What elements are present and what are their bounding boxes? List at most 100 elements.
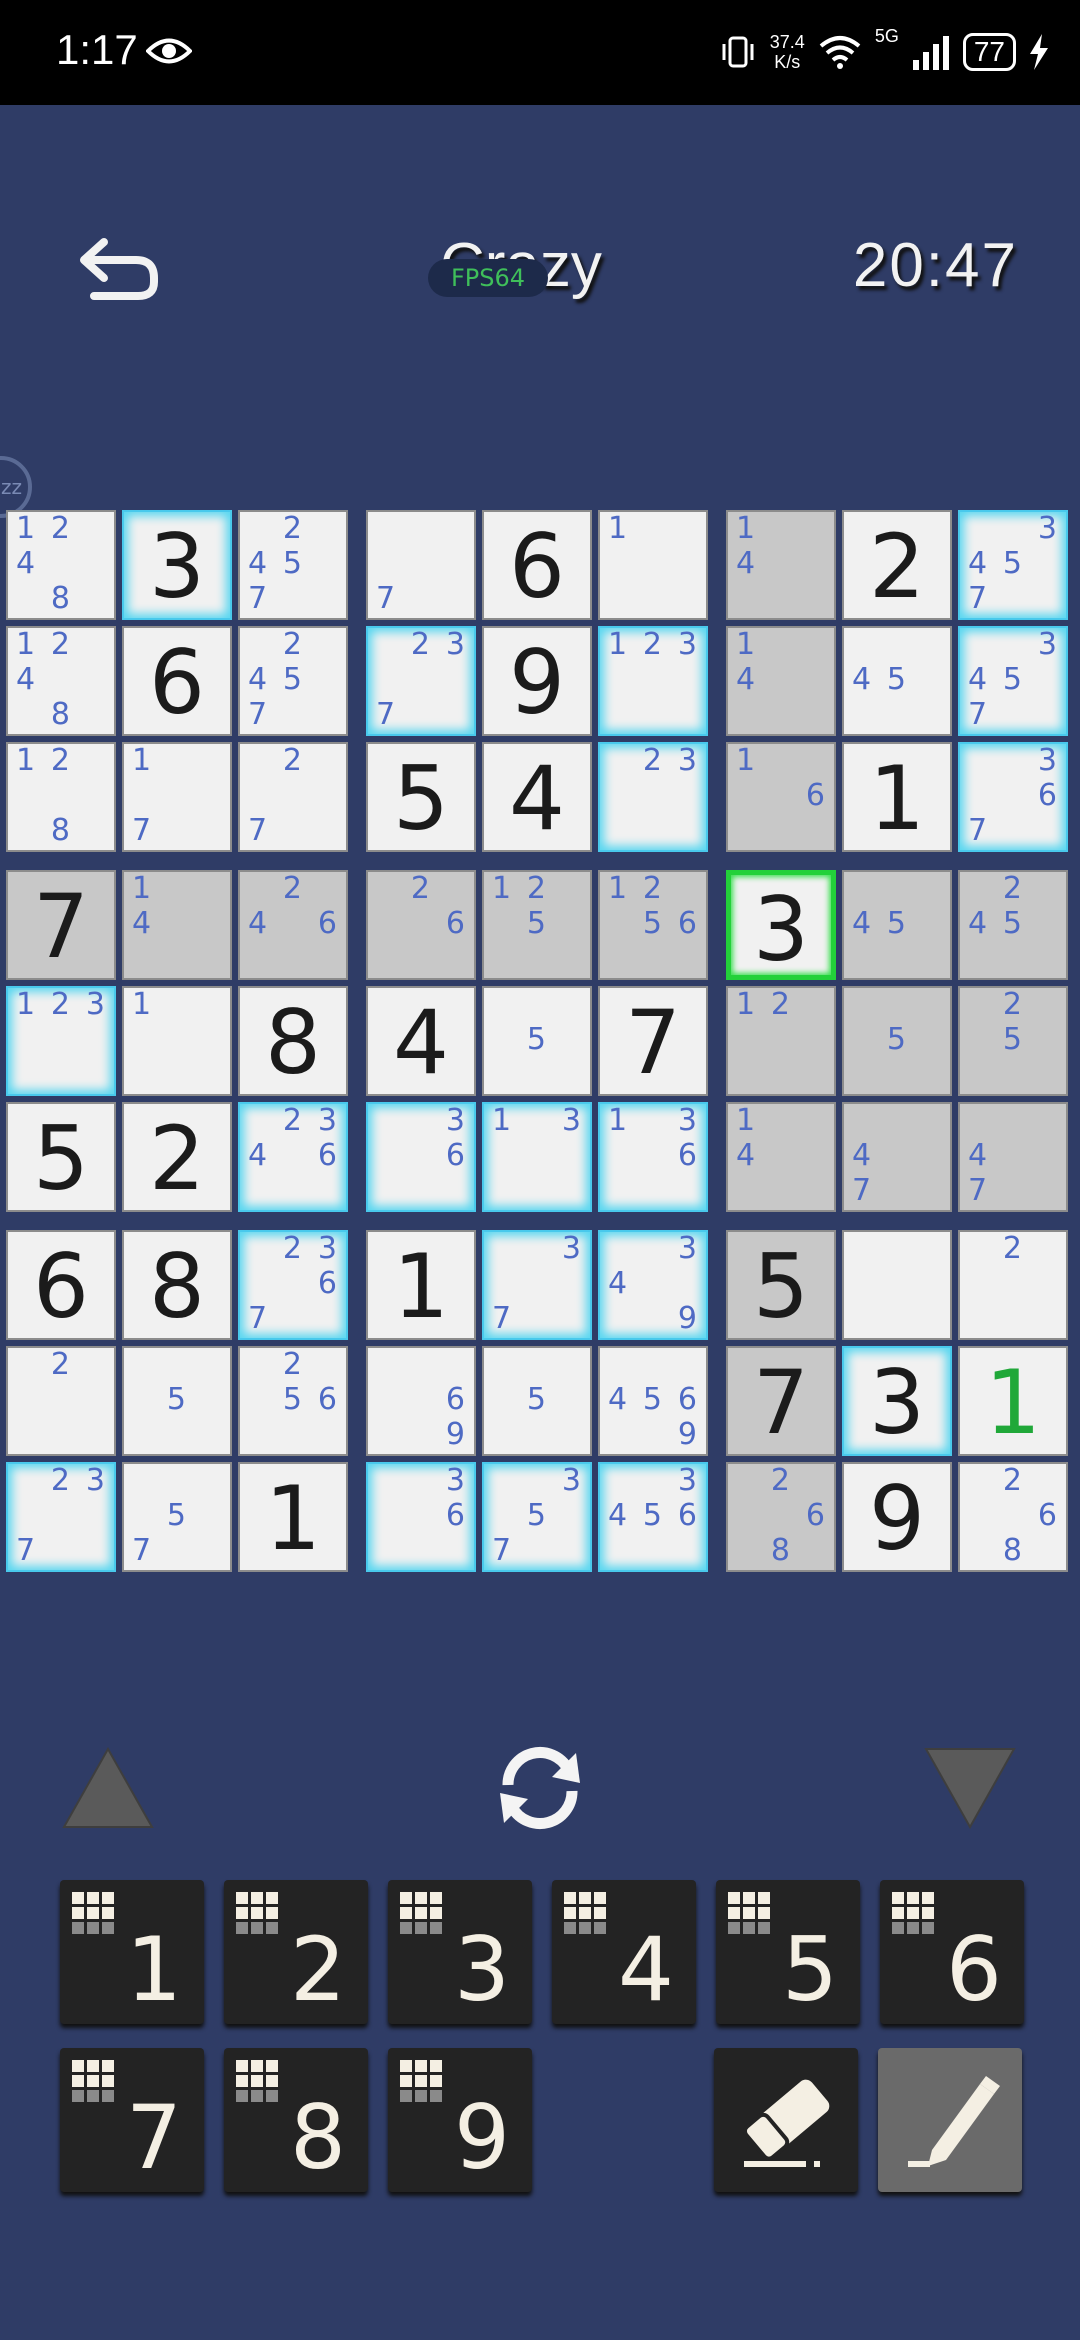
board-cell[interactable]: 14 xyxy=(726,626,836,736)
board-cell[interactable]: 8 xyxy=(122,1230,232,1340)
board-cell[interactable]: 3 xyxy=(842,1346,952,1456)
board-cell[interactable]: 3 457 xyxy=(958,626,1068,736)
board-cell[interactable]: 1248 xyxy=(6,626,116,736)
board-cell[interactable]: 4569 xyxy=(598,1346,708,1456)
board-cell[interactable]: 47 xyxy=(842,1102,952,1212)
board-cell[interactable]: 23 7 xyxy=(6,1462,116,1572)
board-cell[interactable]: 2 xyxy=(122,1102,232,1212)
board-cell[interactable]: 5 xyxy=(482,986,592,1096)
board-cell[interactable]: 3 457 xyxy=(958,510,1068,620)
board-cell[interactable]: 23 xyxy=(598,742,708,852)
board-cell[interactable]: 3 xyxy=(122,510,232,620)
number-key-9[interactable]: 9 xyxy=(388,2048,532,2192)
board-cell[interactable]: 3 456 xyxy=(598,1462,708,1572)
number-key-8[interactable]: 8 xyxy=(224,2048,368,2192)
board-cell[interactable]: 1 xyxy=(238,1462,348,1572)
board-cell[interactable]: 5 xyxy=(482,1346,592,1456)
board-cell[interactable]: 12 xyxy=(726,986,836,1096)
board-cell[interactable]: 27 xyxy=(238,742,348,852)
floating-assist-bubble[interactable]: zz xyxy=(0,456,32,518)
board-cell[interactable]: 6 xyxy=(482,510,592,620)
board-cell[interactable]: 7 xyxy=(6,870,116,980)
board-cell[interactable]: 23 4 6 xyxy=(238,1102,348,1212)
board-cell[interactable]: 45 xyxy=(842,626,952,736)
board-cell[interactable]: 357 xyxy=(482,1462,592,1572)
board-cell[interactable]: 2 xyxy=(842,510,952,620)
eraser-button[interactable] xyxy=(714,2048,858,2192)
board-cell[interactable]: 69 xyxy=(366,1346,476,1456)
board-cell[interactable]: 47 xyxy=(958,1102,1068,1212)
board-cell[interactable]: 3 xyxy=(726,870,836,981)
board-cell[interactable]: 37 xyxy=(482,1230,592,1340)
triangle-up-icon[interactable] xyxy=(60,1745,156,1831)
refresh-icon[interactable] xyxy=(488,1739,592,1837)
board-cell[interactable]: 1256 xyxy=(598,870,708,980)
triangle-down-icon[interactable] xyxy=(920,1745,1020,1831)
board-cell[interactable]: 13 xyxy=(482,1102,592,1212)
number-key-5[interactable]: 5 xyxy=(716,1880,860,2024)
board-cell[interactable]: 1 xyxy=(598,510,708,620)
board-cell[interactable]: 25 xyxy=(958,986,1068,1096)
number-key-7[interactable]: 7 xyxy=(60,2048,204,2192)
board-cell[interactable]: 1 xyxy=(842,742,952,852)
board-cell[interactable]: 4 xyxy=(366,986,476,1096)
board-cell[interactable]: 2457 xyxy=(238,510,348,620)
cell-candidate: 4 xyxy=(247,905,268,941)
board-cell[interactable]: 45 xyxy=(842,870,952,980)
board-cell[interactable]: 5 xyxy=(122,1346,232,1456)
board-cell[interactable]: 17 xyxy=(122,742,232,852)
board-cell[interactable]: 245 xyxy=(958,870,1068,980)
board-cell[interactable]: 5 xyxy=(842,986,952,1096)
board-cell[interactable]: 9 xyxy=(842,1462,952,1572)
board-cell[interactable]: 24 6 xyxy=(238,870,348,980)
undo-icon[interactable] xyxy=(76,230,162,306)
cell-candidate: 1 xyxy=(131,871,152,906)
board-cell[interactable]: 1248 xyxy=(6,510,116,620)
number-key-1[interactable]: 1 xyxy=(60,1880,204,2024)
board-cell[interactable]: 7 xyxy=(598,986,708,1096)
board-cell[interactable]: 14 xyxy=(726,510,836,620)
board-cell[interactable]: 6 xyxy=(122,626,232,736)
cell-candidate: 5 xyxy=(886,1021,906,1057)
board-cell[interactable]: 57 xyxy=(122,1462,232,1572)
board-cell[interactable]: 2457 xyxy=(238,626,348,736)
board-cell[interactable]: 9 xyxy=(482,626,592,736)
number-key-6[interactable]: 6 xyxy=(880,1880,1024,2024)
board-cell[interactable]: 36 xyxy=(366,1102,476,1212)
board-cell[interactable]: 16 xyxy=(726,742,836,852)
board-cell[interactable]: 8 xyxy=(238,986,348,1096)
board-cell[interactable]: 268 xyxy=(958,1462,1068,1572)
board-cell[interactable]: 6 xyxy=(6,1230,116,1340)
board-cell[interactable]: 2 xyxy=(958,1230,1068,1340)
board-cell[interactable]: 1 xyxy=(958,1346,1068,1456)
board-cell[interactable]: 7 xyxy=(366,510,476,620)
board-cell[interactable]: 256 xyxy=(238,1346,348,1456)
number-key-4[interactable]: 4 xyxy=(552,1880,696,2024)
board-cell[interactable]: 268 xyxy=(726,1462,836,1572)
board-cell[interactable]: 5 xyxy=(6,1102,116,1212)
board-cell[interactable]: 123 xyxy=(6,986,116,1096)
board-cell[interactable]: 3 4 9 xyxy=(598,1230,708,1340)
number-key-2[interactable]: 2 xyxy=(224,1880,368,2024)
board-cell[interactable]: 23 7 xyxy=(366,626,476,736)
board-cell[interactable]: 125 xyxy=(482,870,592,980)
pencil-button[interactable] xyxy=(878,2048,1022,2192)
board-cell[interactable]: 14 xyxy=(122,870,232,980)
board-cell[interactable]: 7 xyxy=(726,1346,836,1456)
number-key-3[interactable]: 3 xyxy=(388,1880,532,2024)
board-cell[interactable]: 236 7 xyxy=(238,1230,348,1340)
board-cell[interactable]: 5 xyxy=(726,1230,836,1340)
board-cell[interactable]: 1 36 xyxy=(598,1102,708,1212)
board-cell[interactable]: 12 8 xyxy=(6,742,116,852)
board-cell[interactable]: 2 xyxy=(6,1346,116,1456)
board-cell[interactable]: 14 xyxy=(726,1102,836,1212)
board-cell[interactable]: 5 xyxy=(366,742,476,852)
board-cell[interactable] xyxy=(842,1230,952,1340)
board-cell[interactable]: 1 xyxy=(366,1230,476,1340)
board-cell[interactable]: 36 xyxy=(366,1462,476,1572)
board-cell[interactable]: 36 7 xyxy=(958,742,1068,852)
board-cell[interactable]: 1 xyxy=(122,986,232,1096)
board-cell[interactable]: 4 xyxy=(482,742,592,852)
board-cell[interactable]: 26 xyxy=(366,870,476,980)
board-cell[interactable]: 123 xyxy=(598,626,708,736)
